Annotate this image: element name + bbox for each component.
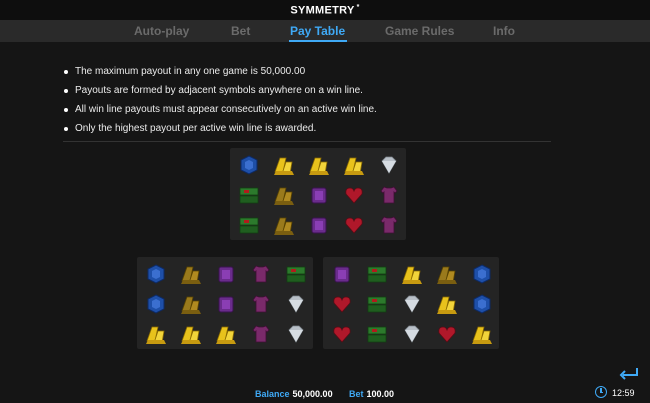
gold-bars-icon: [271, 152, 297, 178]
money-stack-icon: [364, 261, 390, 287]
paytable-grid-right: [323, 257, 499, 349]
bet-label: Bet: [349, 389, 364, 399]
amethyst-icon: [306, 212, 332, 238]
amethyst-icon: [213, 291, 239, 317]
back-button[interactable]: [617, 366, 641, 382]
tab-bar: Auto-play Bet Pay Table Game Rules Info: [0, 20, 650, 42]
sapphire-icon: [143, 291, 169, 317]
balance-value: 50,000.00: [292, 389, 333, 399]
money-stack-icon: [364, 291, 390, 317]
ruby-heart-icon: [341, 182, 367, 208]
diamond-icon: [399, 291, 425, 317]
gold-bars-icon: [306, 152, 332, 178]
amethyst-icon: [213, 261, 239, 287]
amethyst-icon: [306, 182, 332, 208]
clock-time: 12:59: [612, 388, 635, 398]
rule-item: Payouts are formed by adjacent symbols a…: [63, 83, 563, 102]
bronze-bars-icon: [271, 182, 297, 208]
balance-label: Balance: [255, 389, 290, 399]
divider: [63, 141, 551, 142]
bronze-bars-icon: [271, 212, 297, 238]
bet-display: Bet 100.00: [349, 389, 394, 399]
rule-item: The maximum payout in any one game is 50…: [63, 64, 563, 83]
clock-icon: [595, 386, 607, 398]
money-stack-icon: [364, 321, 390, 347]
active-tab-indicator: [289, 40, 347, 42]
tab-pay-table[interactable]: Pay Table: [290, 24, 345, 38]
bronze-bars-icon: [178, 261, 204, 287]
sapphire-icon: [469, 261, 495, 287]
tab-bet[interactable]: Bet: [231, 24, 250, 38]
sapphire-icon: [236, 152, 262, 178]
shirt-icon: [248, 291, 274, 317]
diamond-icon: [376, 152, 402, 178]
ruby-heart-icon: [341, 212, 367, 238]
gold-bars-icon: [399, 261, 425, 287]
shirt-icon: [248, 321, 274, 347]
tab-info[interactable]: Info: [493, 24, 515, 38]
rules-list: The maximum payout in any one game is 50…: [63, 64, 563, 140]
rule-item: Only the highest payout per active win l…: [63, 121, 563, 140]
money-stack-icon: [236, 182, 262, 208]
amethyst-icon: [329, 261, 355, 287]
game-title: SYMMETRY *: [290, 4, 360, 17]
ruby-heart-icon: [329, 291, 355, 317]
gold-bars-icon: [434, 291, 460, 317]
gold-bars-icon: [341, 152, 367, 178]
ruby-heart-icon: [329, 321, 355, 347]
bronze-bars-icon: [434, 261, 460, 287]
shirt-icon: [248, 261, 274, 287]
money-stack-icon: [236, 212, 262, 238]
gold-bars-icon: [213, 321, 239, 347]
money-stack-icon: [283, 261, 309, 287]
gold-bars-icon: [143, 321, 169, 347]
paytable-grid-top: [230, 148, 406, 240]
gold-bars-icon: [469, 321, 495, 347]
title-bar: SYMMETRY *: [0, 0, 650, 20]
rule-item: All win line payouts must appear consecu…: [63, 102, 563, 121]
paytable-grid-left: [137, 257, 313, 349]
gold-bars-icon: [178, 321, 204, 347]
shirt-icon: [376, 182, 402, 208]
diamond-icon: [283, 321, 309, 347]
sapphire-icon: [143, 261, 169, 287]
sapphire-icon: [469, 291, 495, 317]
diamond-icon: [399, 321, 425, 347]
diamond-icon: [283, 291, 309, 317]
bet-value: 100.00: [366, 389, 395, 399]
bronze-bars-icon: [178, 291, 204, 317]
shirt-icon: [376, 212, 402, 238]
tab-auto-play[interactable]: Auto-play: [134, 24, 189, 38]
ruby-heart-icon: [434, 321, 460, 347]
tab-game-rules[interactable]: Game Rules: [385, 24, 454, 38]
balance-display: Balance 50,000.00: [255, 389, 333, 399]
